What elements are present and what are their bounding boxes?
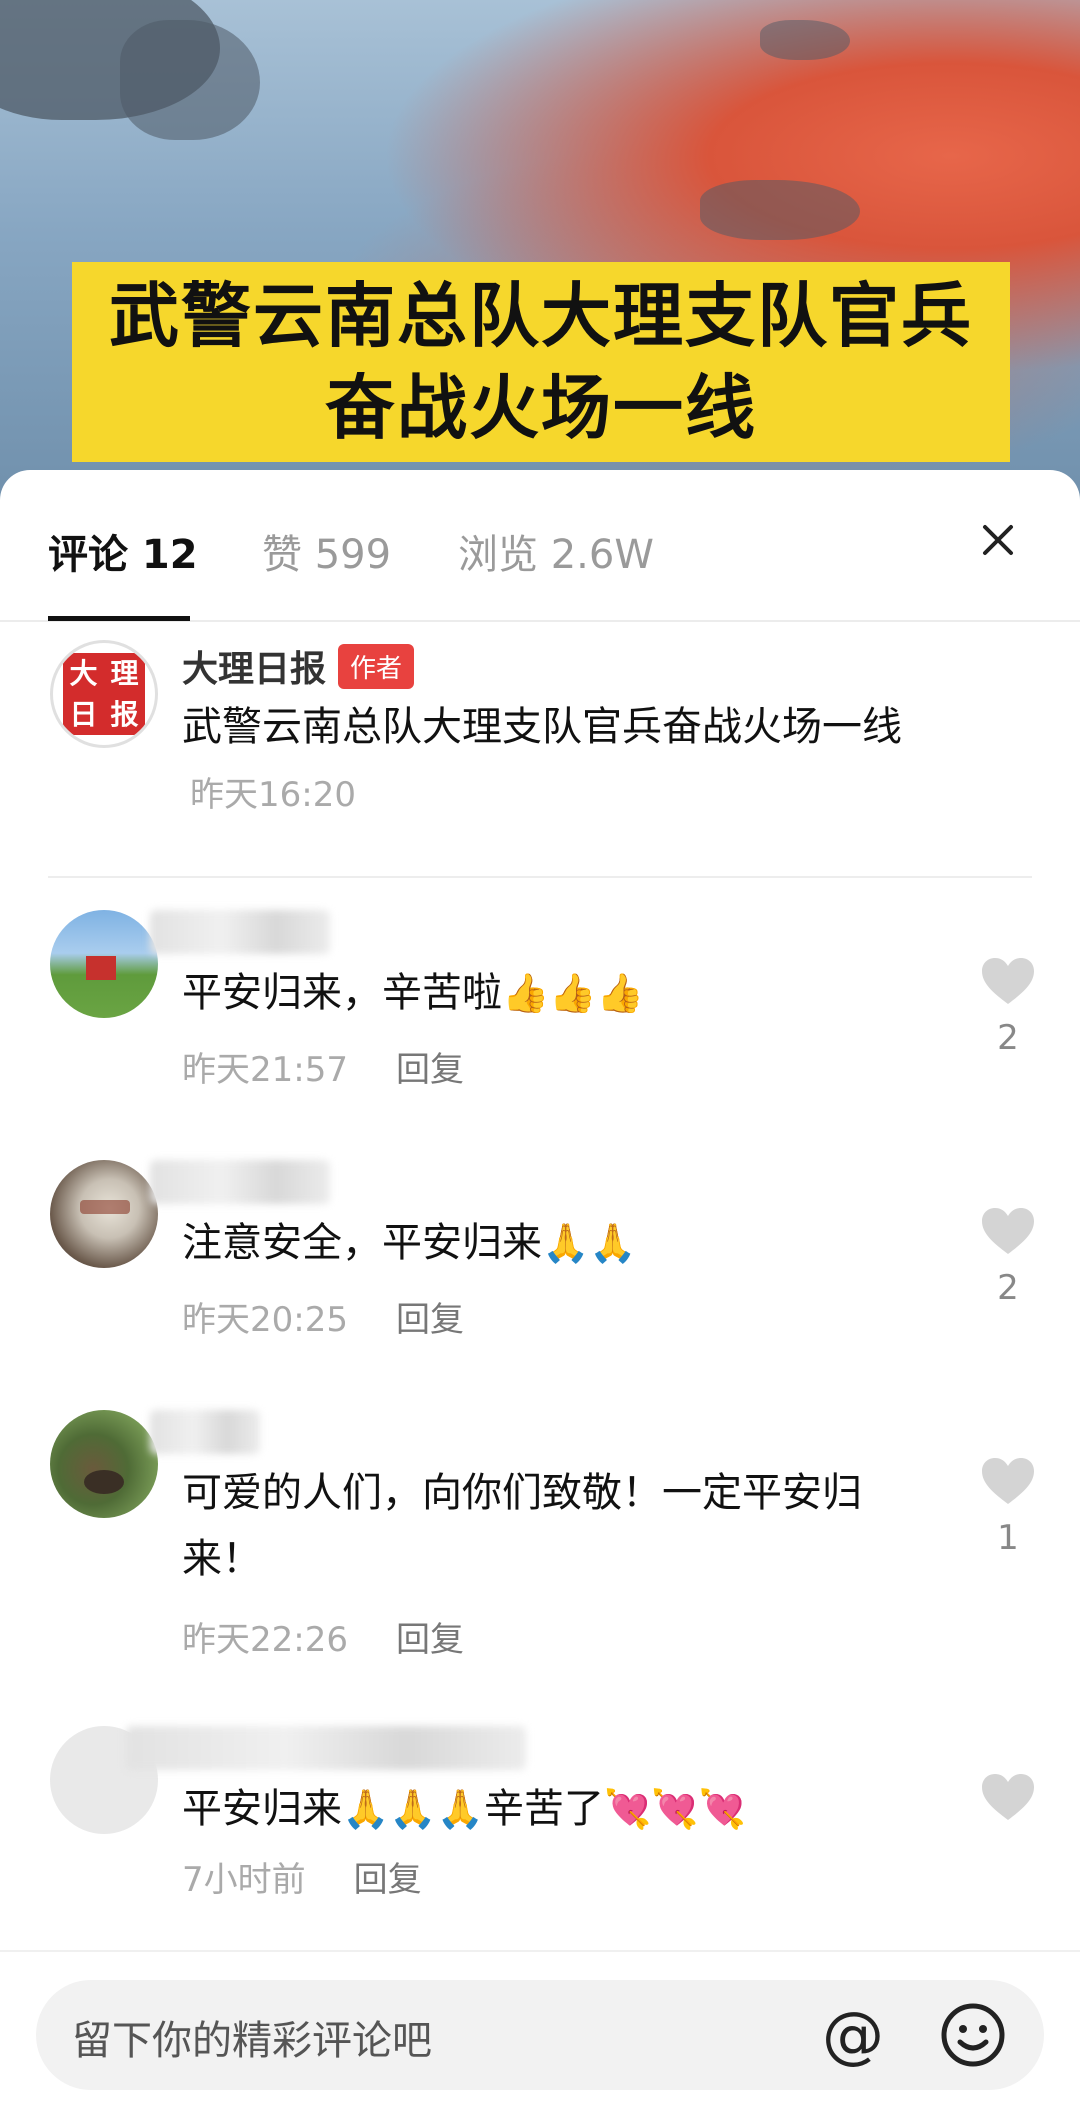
like-count: 2: [997, 1268, 1019, 1308]
close-button[interactable]: [970, 512, 1026, 568]
avatar-figure: [84, 1470, 124, 1494]
logo-char: 理: [110, 656, 139, 690]
like-button[interactable]: 1: [978, 1456, 1038, 1558]
blurred-username: [150, 1410, 260, 1454]
like-button[interactable]: 2: [978, 1206, 1038, 1308]
comment-item: 注意安全，平安归来🙏🙏 昨天20:25 回复 2: [0, 1160, 1080, 1390]
terrain-shape: [760, 20, 850, 60]
tab-comments[interactable]: 评论 12: [48, 522, 198, 580]
comment-meta: 7小时前 回复: [182, 1852, 422, 1901]
comment-item: 平安归来🙏🙏🙏辛苦了💘💘💘 7小时前 回复: [0, 1726, 1080, 1946]
author-post-text: 武警云南总队大理支队官兵奋战火场一线昨天16:20: [182, 694, 942, 828]
comment-input-bar: 留下你的精彩评论吧 @: [0, 1950, 1080, 2118]
emoji-button[interactable]: [936, 1998, 1010, 2072]
user-avatar[interactable]: [50, 1410, 158, 1518]
author-name[interactable]: 大理日报: [182, 649, 326, 690]
close-icon: [983, 525, 1013, 555]
comment-emoji: 👍👍👍: [502, 971, 644, 1015]
comment-text: 平安归来，辛苦啦👍👍👍: [182, 960, 912, 1026]
comment-body: 可爱的人们，向你们致敬！一定平安归来！: [182, 1470, 862, 1582]
comment-sheet: 评论 12 赞 599 浏览 2.6W 大 理 日 报 大理日报 作者 武警云南总…: [0, 470, 1080, 2116]
blurred-username: [126, 1726, 526, 1770]
newspaper-logo: 大 理 日 报: [63, 653, 145, 735]
at-icon: @: [822, 1998, 884, 2071]
divider: [48, 876, 1032, 878]
terrain-shape: [120, 20, 260, 140]
video-caption: 武警云南总队大理支队官兵 奋战火场一线: [72, 262, 1010, 462]
terrain-shape: [700, 180, 860, 240]
comment-meta: 昨天21:57 回复: [182, 1042, 464, 1091]
author-avatar[interactable]: 大 理 日 报: [50, 640, 158, 748]
comment-time: 7小时前: [182, 1860, 306, 1900]
avatar-figure: [86, 956, 116, 980]
comment-text: 可爱的人们，向你们致敬！一定平安归来！: [182, 1460, 922, 1592]
author-name-row: 大理日报 作者: [182, 640, 415, 692]
reply-button[interactable]: 回复: [396, 1620, 464, 1660]
like-button[interactable]: 2: [978, 956, 1038, 1058]
avatar-figure: [80, 1200, 130, 1214]
smiley-icon: [941, 2003, 1005, 2067]
logo-char: 大: [69, 656, 98, 690]
like-count: 1: [997, 1518, 1019, 1558]
comment-time: 昨天21:57: [182, 1050, 348, 1090]
like-count: 2: [997, 1018, 1019, 1058]
comment-time: 昨天22:26: [182, 1620, 348, 1660]
logo-char: 日: [69, 697, 98, 731]
comment-emoji-2: 💘💘💘: [603, 1787, 746, 1831]
heart-icon: [982, 1458, 1034, 1504]
comment-emoji: 🙏🙏🙏: [342, 1787, 484, 1831]
like-button[interactable]: [978, 1772, 1038, 1834]
caption-line-2: 奋战火场一线: [325, 367, 757, 449]
caption-line-1: 武警云南总队大理支队官兵: [109, 275, 973, 357]
comment-text: 注意安全，平安归来🙏🙏: [182, 1210, 912, 1276]
comment-item: 平安归来，辛苦啦👍👍👍 昨天21:57 回复 2: [0, 910, 1080, 1140]
active-tab-indicator: [48, 616, 190, 621]
tab-likes[interactable]: 赞 599: [262, 522, 391, 580]
blurred-username: [150, 1160, 330, 1204]
comment-emoji: 🙏🙏: [542, 1221, 637, 1265]
comment-body-2: 辛苦了: [483, 1786, 604, 1832]
comment-text: 平安归来🙏🙏🙏辛苦了💘💘💘: [182, 1776, 942, 1842]
mention-button[interactable]: @: [816, 1998, 890, 2072]
comment-meta: 昨天22:26 回复: [182, 1612, 464, 1661]
comment-time: 昨天20:25: [182, 1300, 348, 1340]
blurred-username: [150, 910, 330, 954]
tab-views[interactable]: 浏览 2.6W: [458, 522, 654, 580]
comment-input[interactable]: 留下你的精彩评论吧 @: [36, 1980, 1044, 2090]
heart-icon: [982, 958, 1034, 1004]
heart-icon: [982, 1774, 1034, 1820]
reply-button[interactable]: 回复: [354, 1860, 422, 1900]
author-post: 大 理 日 报 大理日报 作者 武警云南总队大理支队官兵奋战火场一线昨天16:20: [0, 640, 1080, 845]
logo-char: 报: [110, 697, 139, 731]
comment-body: 注意安全，平安归来: [182, 1220, 542, 1266]
comment-item: 可爱的人们，向你们致敬！一定平安归来！ 昨天22:26 回复 1: [0, 1410, 1080, 1710]
comment-body: 平安归来，辛苦啦: [182, 970, 502, 1016]
heart-icon: [982, 1208, 1034, 1254]
author-badge: 作者: [338, 644, 415, 689]
post-time: 昨天16:20: [190, 775, 356, 815]
reply-button[interactable]: 回复: [396, 1300, 464, 1340]
video-background: 武警云南总队大理支队官兵 奋战火场一线: [0, 0, 1080, 520]
reply-button[interactable]: 回复: [396, 1050, 464, 1090]
user-avatar[interactable]: [50, 1160, 158, 1268]
input-placeholder: 留下你的精彩评论吧: [72, 2018, 432, 2064]
tab-bar: 评论 12 赞 599 浏览 2.6W: [0, 470, 1080, 622]
post-body: 武警云南总队大理支队官兵奋战火场一线: [182, 704, 902, 750]
user-avatar[interactable]: [50, 910, 158, 1018]
comment-meta: 昨天20:25 回复: [182, 1292, 464, 1341]
comment-body: 平安归来: [182, 1786, 342, 1832]
